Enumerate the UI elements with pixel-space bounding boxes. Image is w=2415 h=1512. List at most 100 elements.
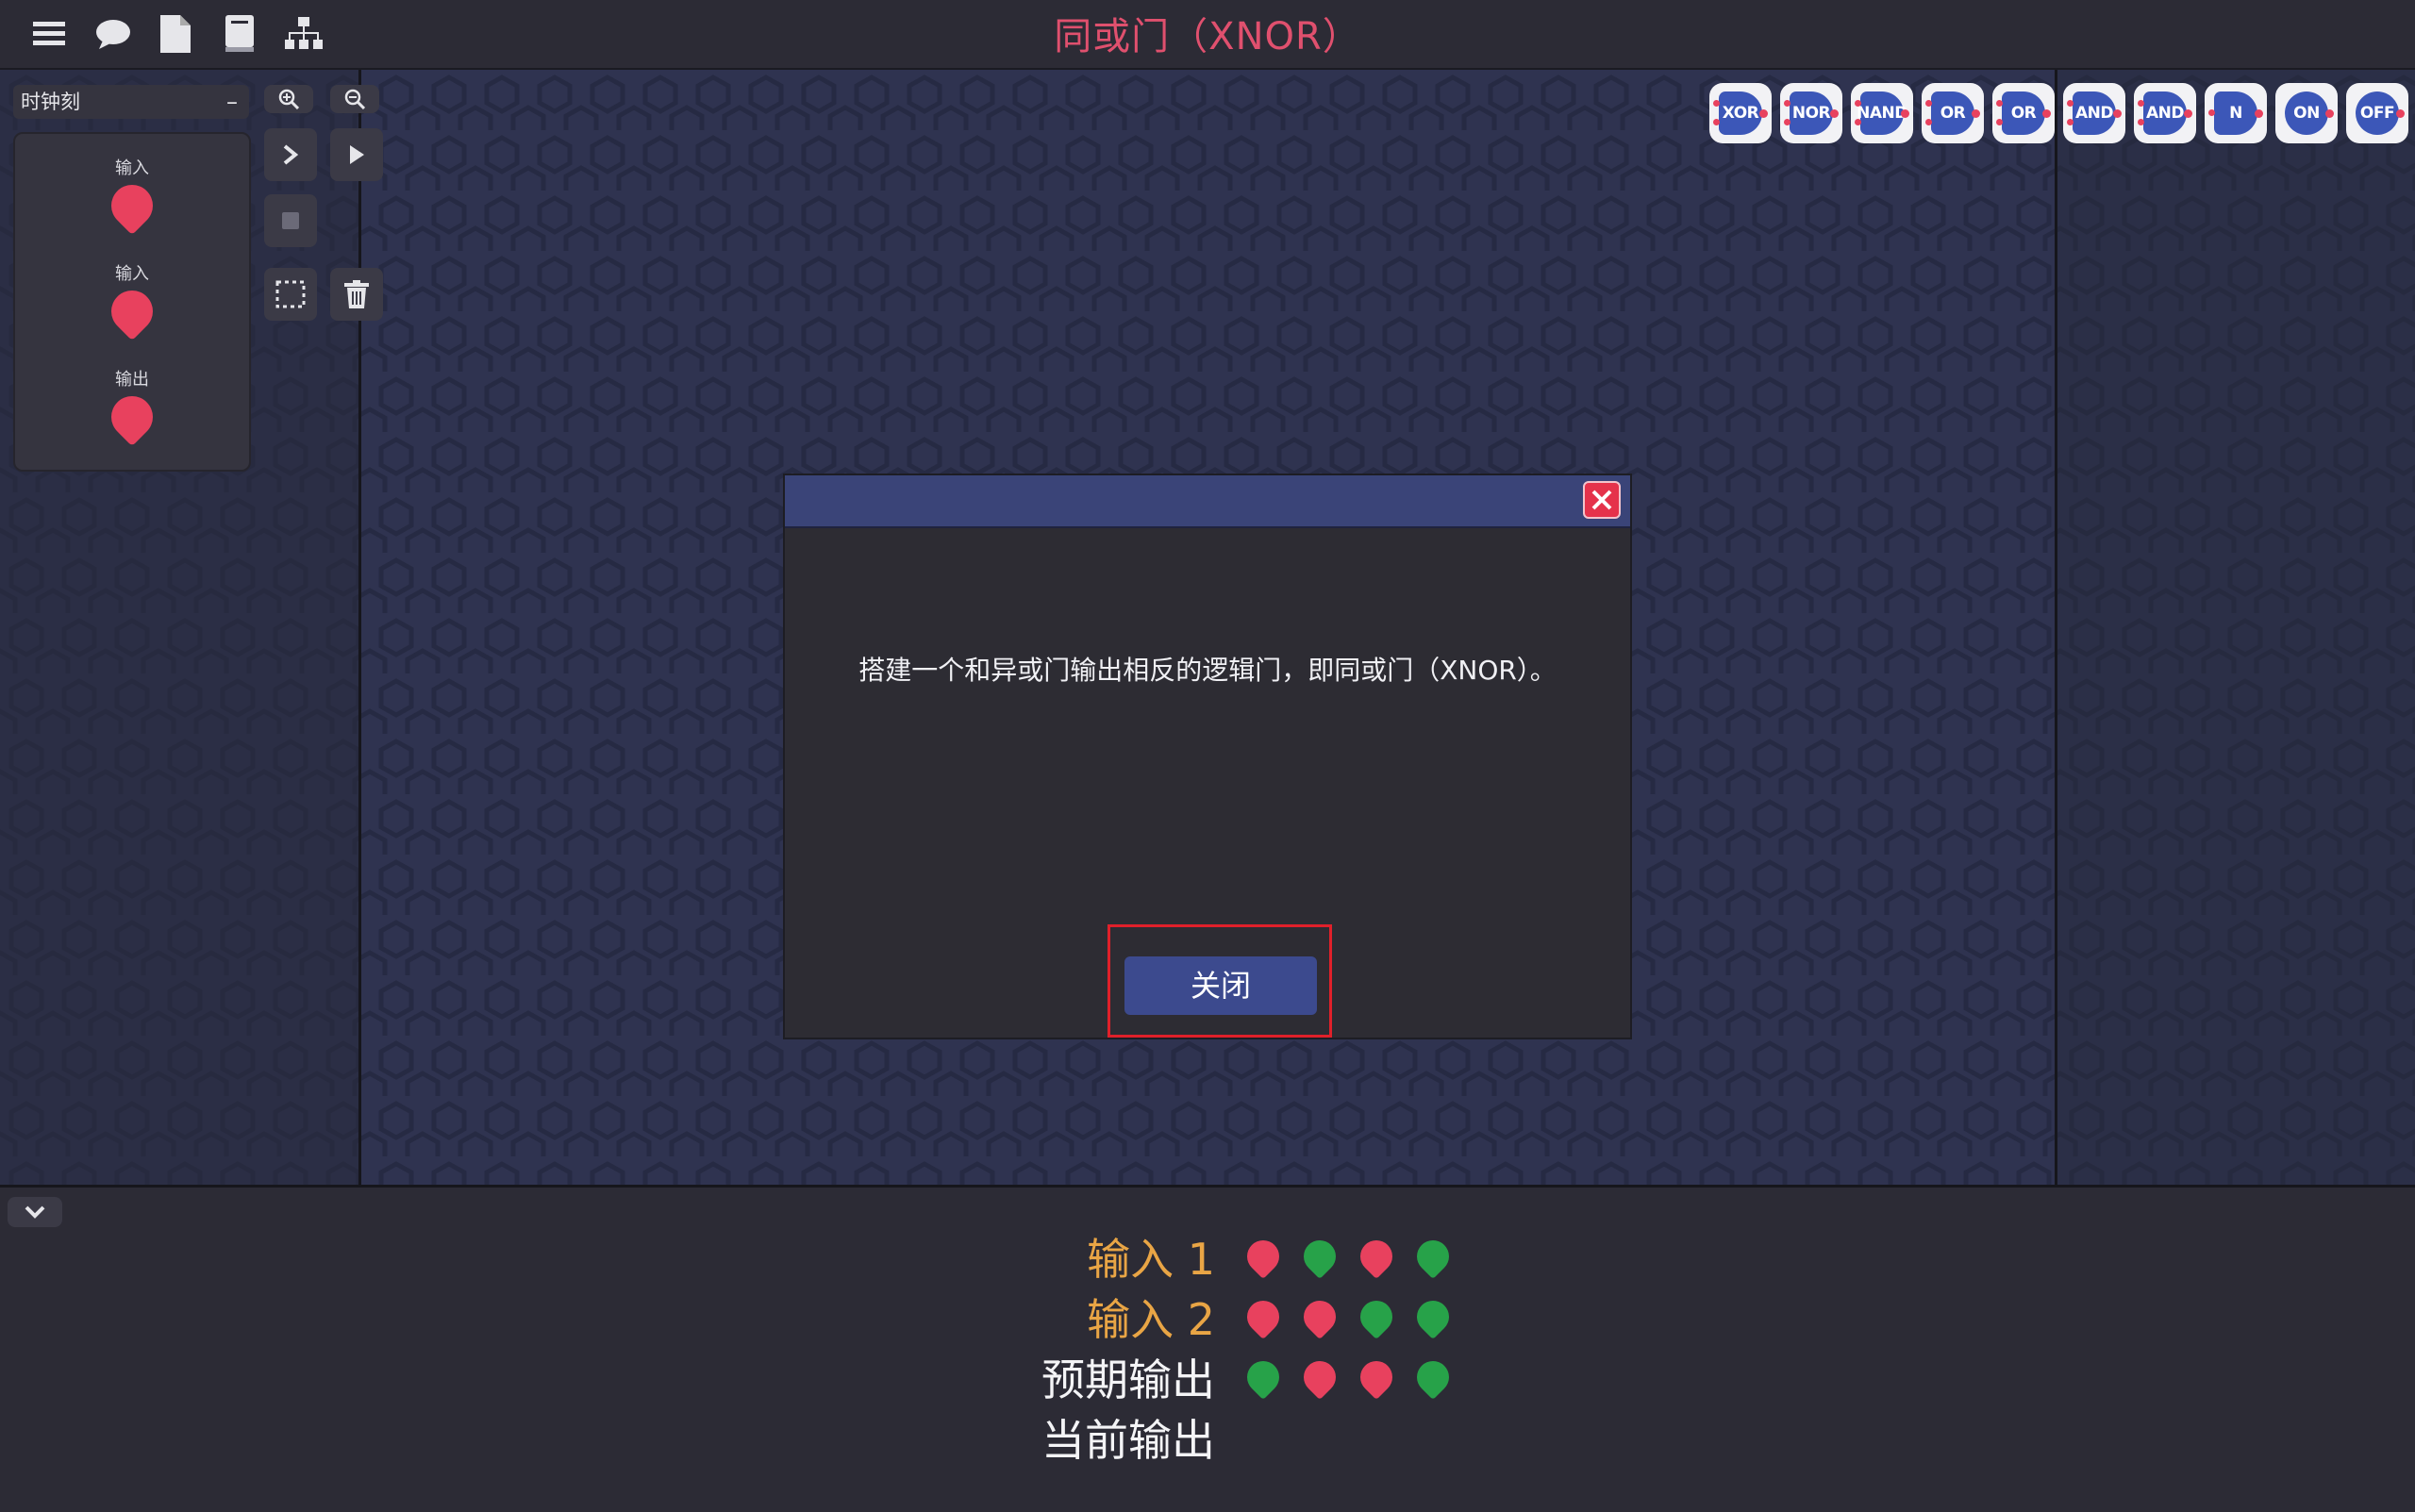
instruction-dialog: 搭建一个和异或门输出相反的逻辑门，即同或门（XNOR）。 关闭 [783,474,1632,1039]
truth-table-row-label: 输入 1 [1087,1234,1215,1285]
gate-and-button[interactable]: AND [2134,83,2196,143]
clock-tick-dropdown[interactable]: 时钟刻 – [13,85,249,119]
signal-on-indicator [1409,1354,1457,1401]
pin-input-1[interactable]: 输入 [15,155,249,236]
close-icon [1591,490,1612,510]
gate-output-pin [1830,109,1839,118]
pin-off-indicator [102,281,162,341]
dialog-header [785,475,1630,528]
chevron-right-icon [283,144,299,165]
gate-label: AND [2073,91,2116,135]
gate-label: OR [2002,91,2045,135]
pin-label: 输入 [115,158,149,178]
gate-output-pin [1972,109,1980,118]
gate-input-pin [2208,109,2215,116]
gate-input-pin [1925,119,1932,125]
gate-nand-button[interactable]: NAND [1851,83,1913,143]
gate-input-pin [1855,100,1861,107]
signal-off-indicator [1353,1354,1400,1401]
pin-output[interactable]: 输出 [15,366,249,447]
pin-panel: 输入 输入 输出 [13,132,251,472]
gate-label: OFF [2356,91,2399,135]
signal-on-indicator [1409,1293,1457,1340]
gate-label: ON [2285,91,2328,135]
gate-output-pin [2113,109,2122,118]
truth-table-row-label: 当前输出 [1041,1415,1215,1466]
gate-label: AND [2143,91,2187,135]
gate-input-pin [1855,119,1861,125]
select-area-button[interactable] [264,268,317,321]
gate-input-pin [1713,119,1720,125]
gate-input-pin [2067,100,2074,107]
gate-xor-button[interactable]: XOR [1709,83,1772,143]
pin-label: 输出 [115,370,149,390]
trash-icon [344,280,369,308]
zoom-out-button[interactable] [330,85,379,113]
signal-on-indicator [1409,1233,1457,1280]
stop-button[interactable] [264,194,317,247]
truth-table-row: 预期输出 [0,1346,2415,1405]
signal-off-indicator [1296,1293,1343,1340]
zoom-in-button[interactable] [264,85,313,113]
gate-or-button[interactable]: OR [1922,83,1984,143]
gate-output-pin [2042,109,2051,118]
step-button[interactable] [264,128,317,181]
gate-input-pin [2067,119,2074,125]
play-button[interactable] [330,128,383,181]
selection-icon [275,280,306,308]
truth-table-panel: 输入 1 输入 2 预期输出当前输出 [0,1185,2415,1512]
gate-input-pin [1996,119,2003,125]
dialog-message: 搭建一个和异或门输出相反的逻辑门，即同或门（XNOR）。 [858,655,1557,686]
signal-on-indicator [1353,1293,1400,1340]
collapse-panel-button[interactable] [8,1197,62,1227]
signal-off-indicator [1240,1293,1287,1340]
gate-output-pin [2325,109,2334,118]
zoom-in-icon [278,89,299,109]
pin-input-2[interactable]: 输入 [15,260,249,341]
gate-output-pin [1901,109,1909,118]
gate-label: NAND [1857,91,1907,135]
clock-tick-label: 时钟刻 [21,91,80,113]
gate-input-pin [1713,100,1720,107]
chevron-down-icon [25,1205,45,1219]
gate-label: NOR [1790,91,1833,135]
close-button[interactable]: 关闭 [1124,956,1317,1015]
truth-table-row: 当前输出 [0,1406,2415,1466]
truth-table-row: 输入 2 [0,1286,2415,1345]
signal-on-indicator [1240,1354,1287,1401]
top-bar: 同或门（XNOR） [0,0,2415,70]
gate-output-pin [1759,109,1768,118]
truth-table-row-label: 输入 2 [1087,1294,1215,1345]
gate-output-pin [2255,109,2263,118]
truth-table-row-label: 预期输出 [1041,1354,1215,1405]
dialog-close-button[interactable] [1583,481,1621,519]
signal-off-indicator [1296,1354,1343,1401]
pin-off-indicator [102,175,162,236]
truth-table-row: 输入 1 [0,1225,2415,1285]
gate-label: OR [1931,91,1974,135]
right-sidebar [2055,70,2415,1185]
signal-on-indicator [1296,1233,1343,1280]
zoom-out-icon [344,89,365,109]
collapse-toggle[interactable]: – [226,85,238,119]
pin-off-indicator [102,387,162,447]
gate-label: N [2214,91,2257,135]
play-icon [350,145,364,164]
gate-input-pin [1996,100,2003,107]
gate-off-button[interactable]: OFF [2346,83,2408,143]
gate-n-button[interactable]: N [2205,83,2267,143]
gate-input-pin [2138,100,2144,107]
gate-and-button[interactable]: AND [2063,83,2125,143]
gate-on-button[interactable]: ON [2275,83,2338,143]
page-title: 同或门（XNOR） [1054,15,1361,58]
gate-input-pin [2138,119,2144,125]
delete-button[interactable] [330,268,383,321]
gate-or-button[interactable]: OR [1992,83,2055,143]
gate-nor-button[interactable]: NOR [1780,83,1842,143]
gate-label: XOR [1719,91,1762,135]
signal-off-indicator [1240,1233,1287,1280]
gate-input-pin [1925,100,1932,107]
stop-icon [282,212,299,229]
gate-output-pin [2184,109,2192,118]
pin-label: 输入 [115,264,149,284]
